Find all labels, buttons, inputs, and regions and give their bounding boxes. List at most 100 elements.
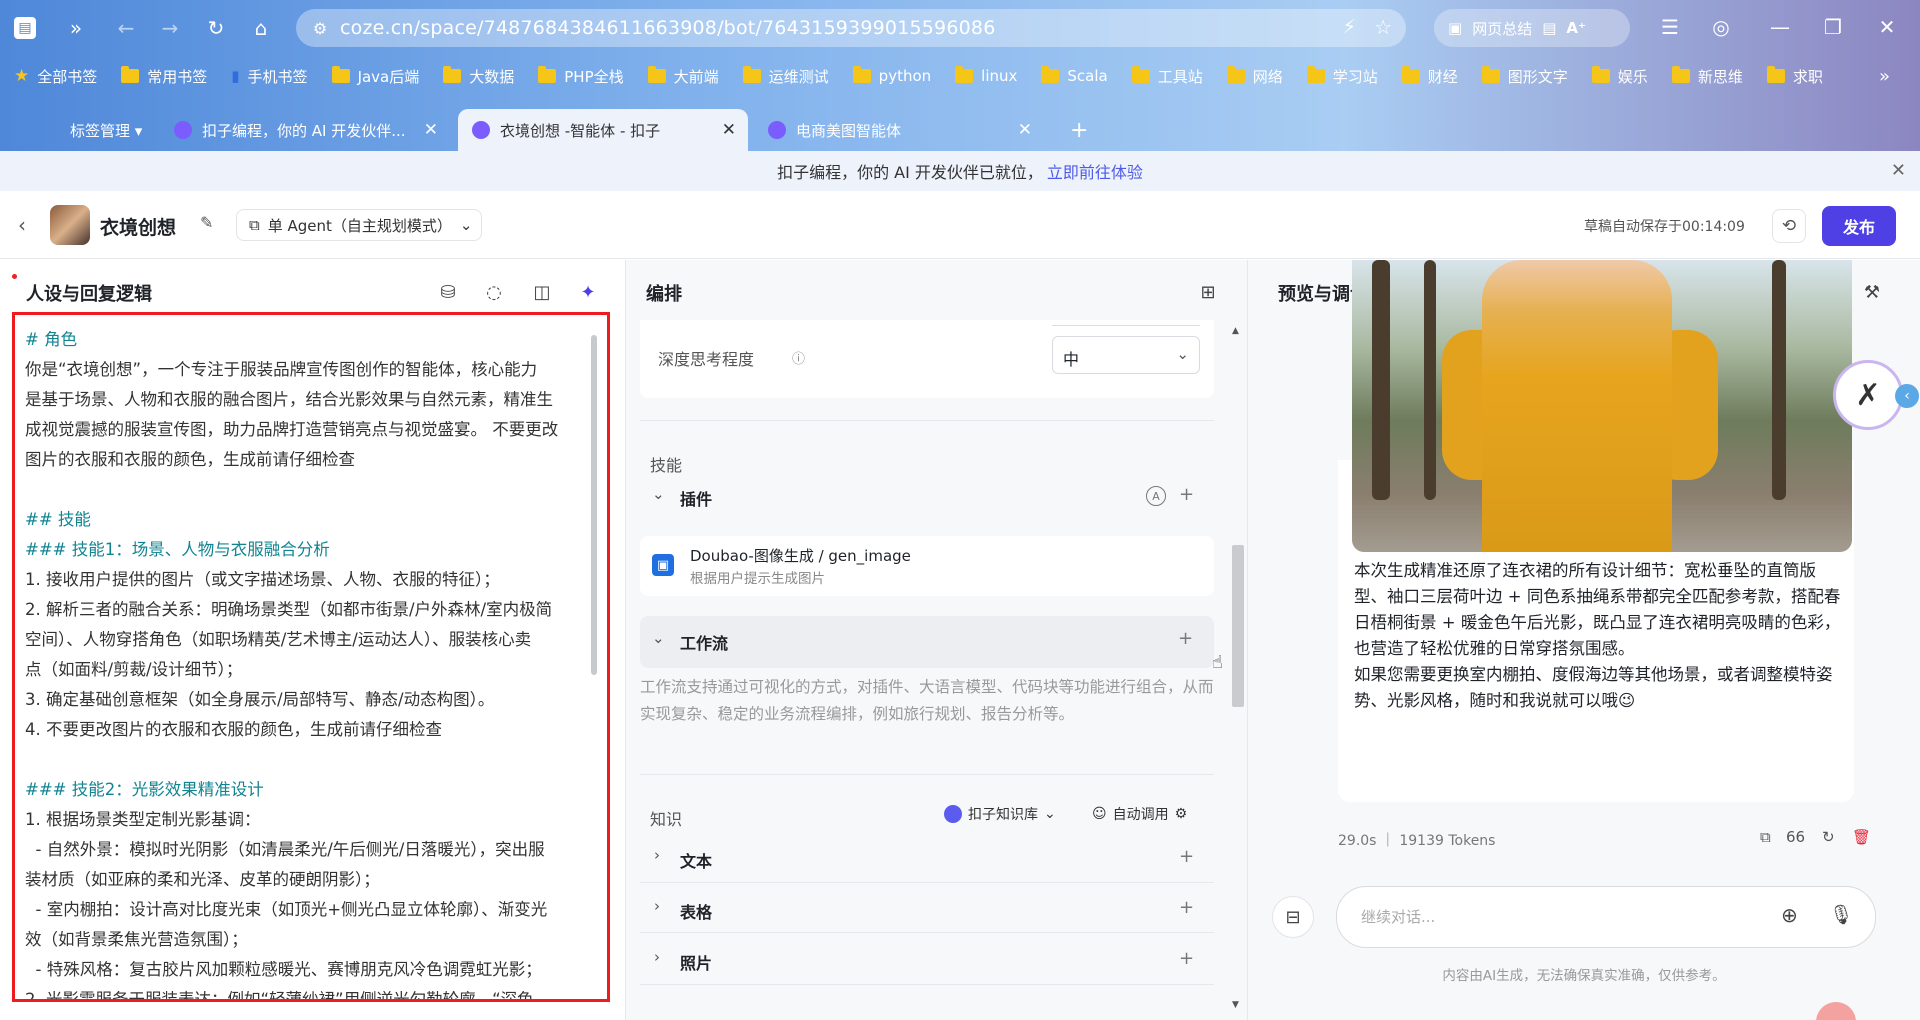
library-icon[interactable]: ⛁ (436, 280, 460, 304)
chevron-right-icon[interactable]: › (654, 846, 660, 864)
tab-coze-home[interactable]: 扣子编程，你的 AI 开发伙伴... ✕ (160, 109, 450, 151)
bookmark-item[interactable]: ▮ 手机书签 (231, 66, 307, 87)
chevron-down-icon[interactable]: ⌄ (652, 629, 665, 647)
regenerate-icon[interactable]: ↻ (1822, 828, 1835, 846)
bulb-icon[interactable]: ◌ (482, 280, 506, 304)
close-window-icon[interactable]: ✕ (1872, 12, 1902, 42)
new-tab-icon[interactable]: + (1056, 109, 1102, 151)
bookmark-item[interactable]: 新思维 (1671, 66, 1743, 87)
grid-icon[interactable]: ⊞ (1196, 280, 1220, 304)
add-circle-icon[interactable]: ⊕ (1781, 903, 1798, 927)
double-chevron-icon[interactable]: » (62, 14, 90, 42)
bookmark-item[interactable]: 娱乐 (1591, 66, 1648, 87)
edit-icon[interactable]: ✎ (200, 213, 213, 232)
chevron-down-icon: ⌄ (459, 216, 473, 234)
sparkle-icon[interactable]: ✦ (576, 280, 600, 304)
bookmark-item[interactable]: 常用书签 (121, 66, 207, 87)
bookmark-item[interactable]: 学习站 (1306, 66, 1378, 87)
gear-icon[interactable]: ⚙ (1175, 806, 1188, 822)
back-chevron-icon[interactable]: ‹ (18, 213, 26, 237)
home-icon[interactable]: ⌂ (247, 14, 275, 42)
site-info-icon[interactable]: ⚙ (310, 18, 330, 38)
close-tab-icon[interactable]: ✕ (1018, 120, 1032, 140)
close-tab-icon[interactable]: ✕ (722, 120, 736, 140)
history-icon[interactable]: ⟲ (1772, 209, 1806, 243)
bookmark-item[interactable]: 工具站 (1131, 66, 1203, 87)
bookmark-item[interactable]: 图形文字 (1481, 66, 1568, 87)
bookmark-item[interactable]: PHP全栈 (538, 66, 624, 87)
bookmark-item[interactable]: linux (955, 66, 1017, 85)
restore-icon[interactable]: ❐ (1818, 12, 1848, 42)
floating-assistant[interactable]: ✗ ‹ (1833, 360, 1919, 436)
chevron-down-icon[interactable]: ⌄ (652, 485, 665, 503)
generated-image[interactable] (1352, 260, 1852, 552)
bookmark-item[interactable]: ★ 全部书签 (14, 66, 97, 87)
bot-avatar[interactable] (50, 205, 90, 245)
chevron-right-icon[interactable]: › (654, 948, 660, 966)
bolt-icon[interactable]: ⚡ (1343, 16, 1356, 38)
bookmark-item[interactable]: 大数据 (443, 66, 514, 87)
add-photo-icon[interactable]: + (1179, 948, 1194, 969)
bookmark-item[interactable]: python (852, 66, 931, 85)
publish-button[interactable]: 发布 (1822, 206, 1896, 246)
tab-yijing[interactable]: 衣境创想 -智能体 - 扣子 ✕ (458, 109, 748, 151)
bookmark-item[interactable]: 大前端 (647, 66, 719, 87)
auto-call-toggle[interactable]: ☺ 自动调用 ⚙ (1092, 804, 1187, 824)
quote-count[interactable]: 66 (1786, 828, 1805, 846)
tab-strip: 标签管理 ▾ 扣子编程，你的 AI 开发伙伴... ✕ 衣境创想 -智能体 - 扣… (0, 105, 1920, 151)
kb-select[interactable]: 扣子知识库 ⌄ (944, 804, 1056, 824)
bookmark-item[interactable]: Java后端 (331, 66, 419, 87)
copy-icon[interactable]: ⧉ (1760, 828, 1771, 846)
ai-summary-pill[interactable]: ▣ 网页总结 ▤ A⁺ (1434, 9, 1630, 47)
add-workflow-icon[interactable]: + (1178, 628, 1193, 649)
image-plugin-icon: ▣ (652, 554, 674, 576)
close-icon[interactable]: ✕ (1891, 160, 1906, 181)
briefcase-icon[interactable]: ⊟ (1272, 896, 1314, 938)
banner-link[interactable]: 立即前往体验 (1047, 159, 1143, 183)
scrollbar[interactable]: ▲ ▼ (1228, 260, 1246, 1020)
add-text-icon[interactable]: + (1179, 846, 1194, 867)
workflow-desc: 工作流支持通过可视化的方式，对插件、大语言模型、代码块等功能进行组合，从而实现复… (640, 678, 1214, 723)
auto-icon[interactable]: A (1146, 486, 1166, 506)
menu-icon[interactable]: ☰ (1655, 12, 1685, 42)
bookmark-item[interactable]: 网络 (1226, 66, 1283, 87)
microphone-icon[interactable]: 🎙 (1829, 903, 1853, 926)
delete-icon[interactable]: 🗑 (1852, 828, 1871, 846)
wrench-icon[interactable]: ⚒ (1860, 280, 1884, 304)
more-bookmarks-icon[interactable]: » (1879, 66, 1890, 87)
tab-ecommerce[interactable]: 电商美图智能体 ✕ (754, 109, 1044, 151)
star-icon[interactable]: ☆ (1374, 15, 1392, 39)
collapse-icon[interactable]: ‹ (1895, 384, 1919, 408)
workflow-row[interactable]: ⌄ 工作流 + (640, 616, 1214, 668)
extension-icon[interactable]: ◎ (1706, 12, 1736, 42)
mascot-avatar[interactable] (1816, 1002, 1856, 1020)
minimize-icon[interactable]: — (1765, 12, 1795, 42)
sidebar-toggle-icon[interactable]: ▤ (14, 17, 36, 39)
bookmark-item[interactable]: 财经 (1401, 66, 1458, 87)
bookmark-item[interactable]: Scala (1041, 66, 1108, 85)
address-bar[interactable]: ⚙ coze.cn/space/7487684384611663908/bot/… (296, 9, 1406, 47)
scroll-up-icon[interactable]: ▲ (1232, 326, 1239, 336)
back-arrow-icon[interactable]: ← (112, 14, 140, 42)
info-icon[interactable]: ⓘ (792, 348, 805, 367)
prompt-line: 图片的衣服和衣服的颜色，生成前请仔细检查 (25, 450, 355, 469)
add-plugin-icon[interactable]: + (1179, 484, 1194, 505)
split-view-icon[interactable]: ◫ (530, 280, 554, 304)
scroll-down-icon[interactable]: ▼ (1232, 1000, 1239, 1010)
chevron-right-icon[interactable]: › (654, 897, 660, 915)
agent-mode-select[interactable]: ⧉ 单 Agent（自主规划模式） ⌄ (236, 209, 482, 241)
plugin-card[interactable]: ▣ Doubao-图像生成 / gen_image 根据用户提示生成图片 (640, 536, 1214, 596)
scroll-thumb[interactable] (1232, 545, 1244, 707)
scrollbar[interactable] (591, 335, 597, 675)
bookmark-item[interactable]: 运维测试 (742, 66, 829, 87)
depth-select[interactable]: 中 ⌄ (1052, 336, 1200, 374)
cursor-icon: ☝ (1212, 652, 1223, 673)
reload-icon[interactable]: ↻ (202, 14, 230, 42)
add-table-icon[interactable]: + (1179, 897, 1194, 918)
close-tab-icon[interactable]: ✕ (424, 120, 438, 140)
bookmark-item[interactable]: 求职 (1766, 66, 1823, 87)
tab-manager[interactable]: 标签管理 ▾ (56, 109, 156, 151)
prompt-editor[interactable]: # 角色 你是“衣境创想”，一个专注于服装品牌宣传图创作的智能体，核心能力 是基于场… (12, 312, 610, 1002)
chat-input[interactable]: 继续对话... ⊕ 🎙 (1336, 886, 1876, 948)
forward-arrow-icon[interactable]: → (156, 14, 184, 42)
